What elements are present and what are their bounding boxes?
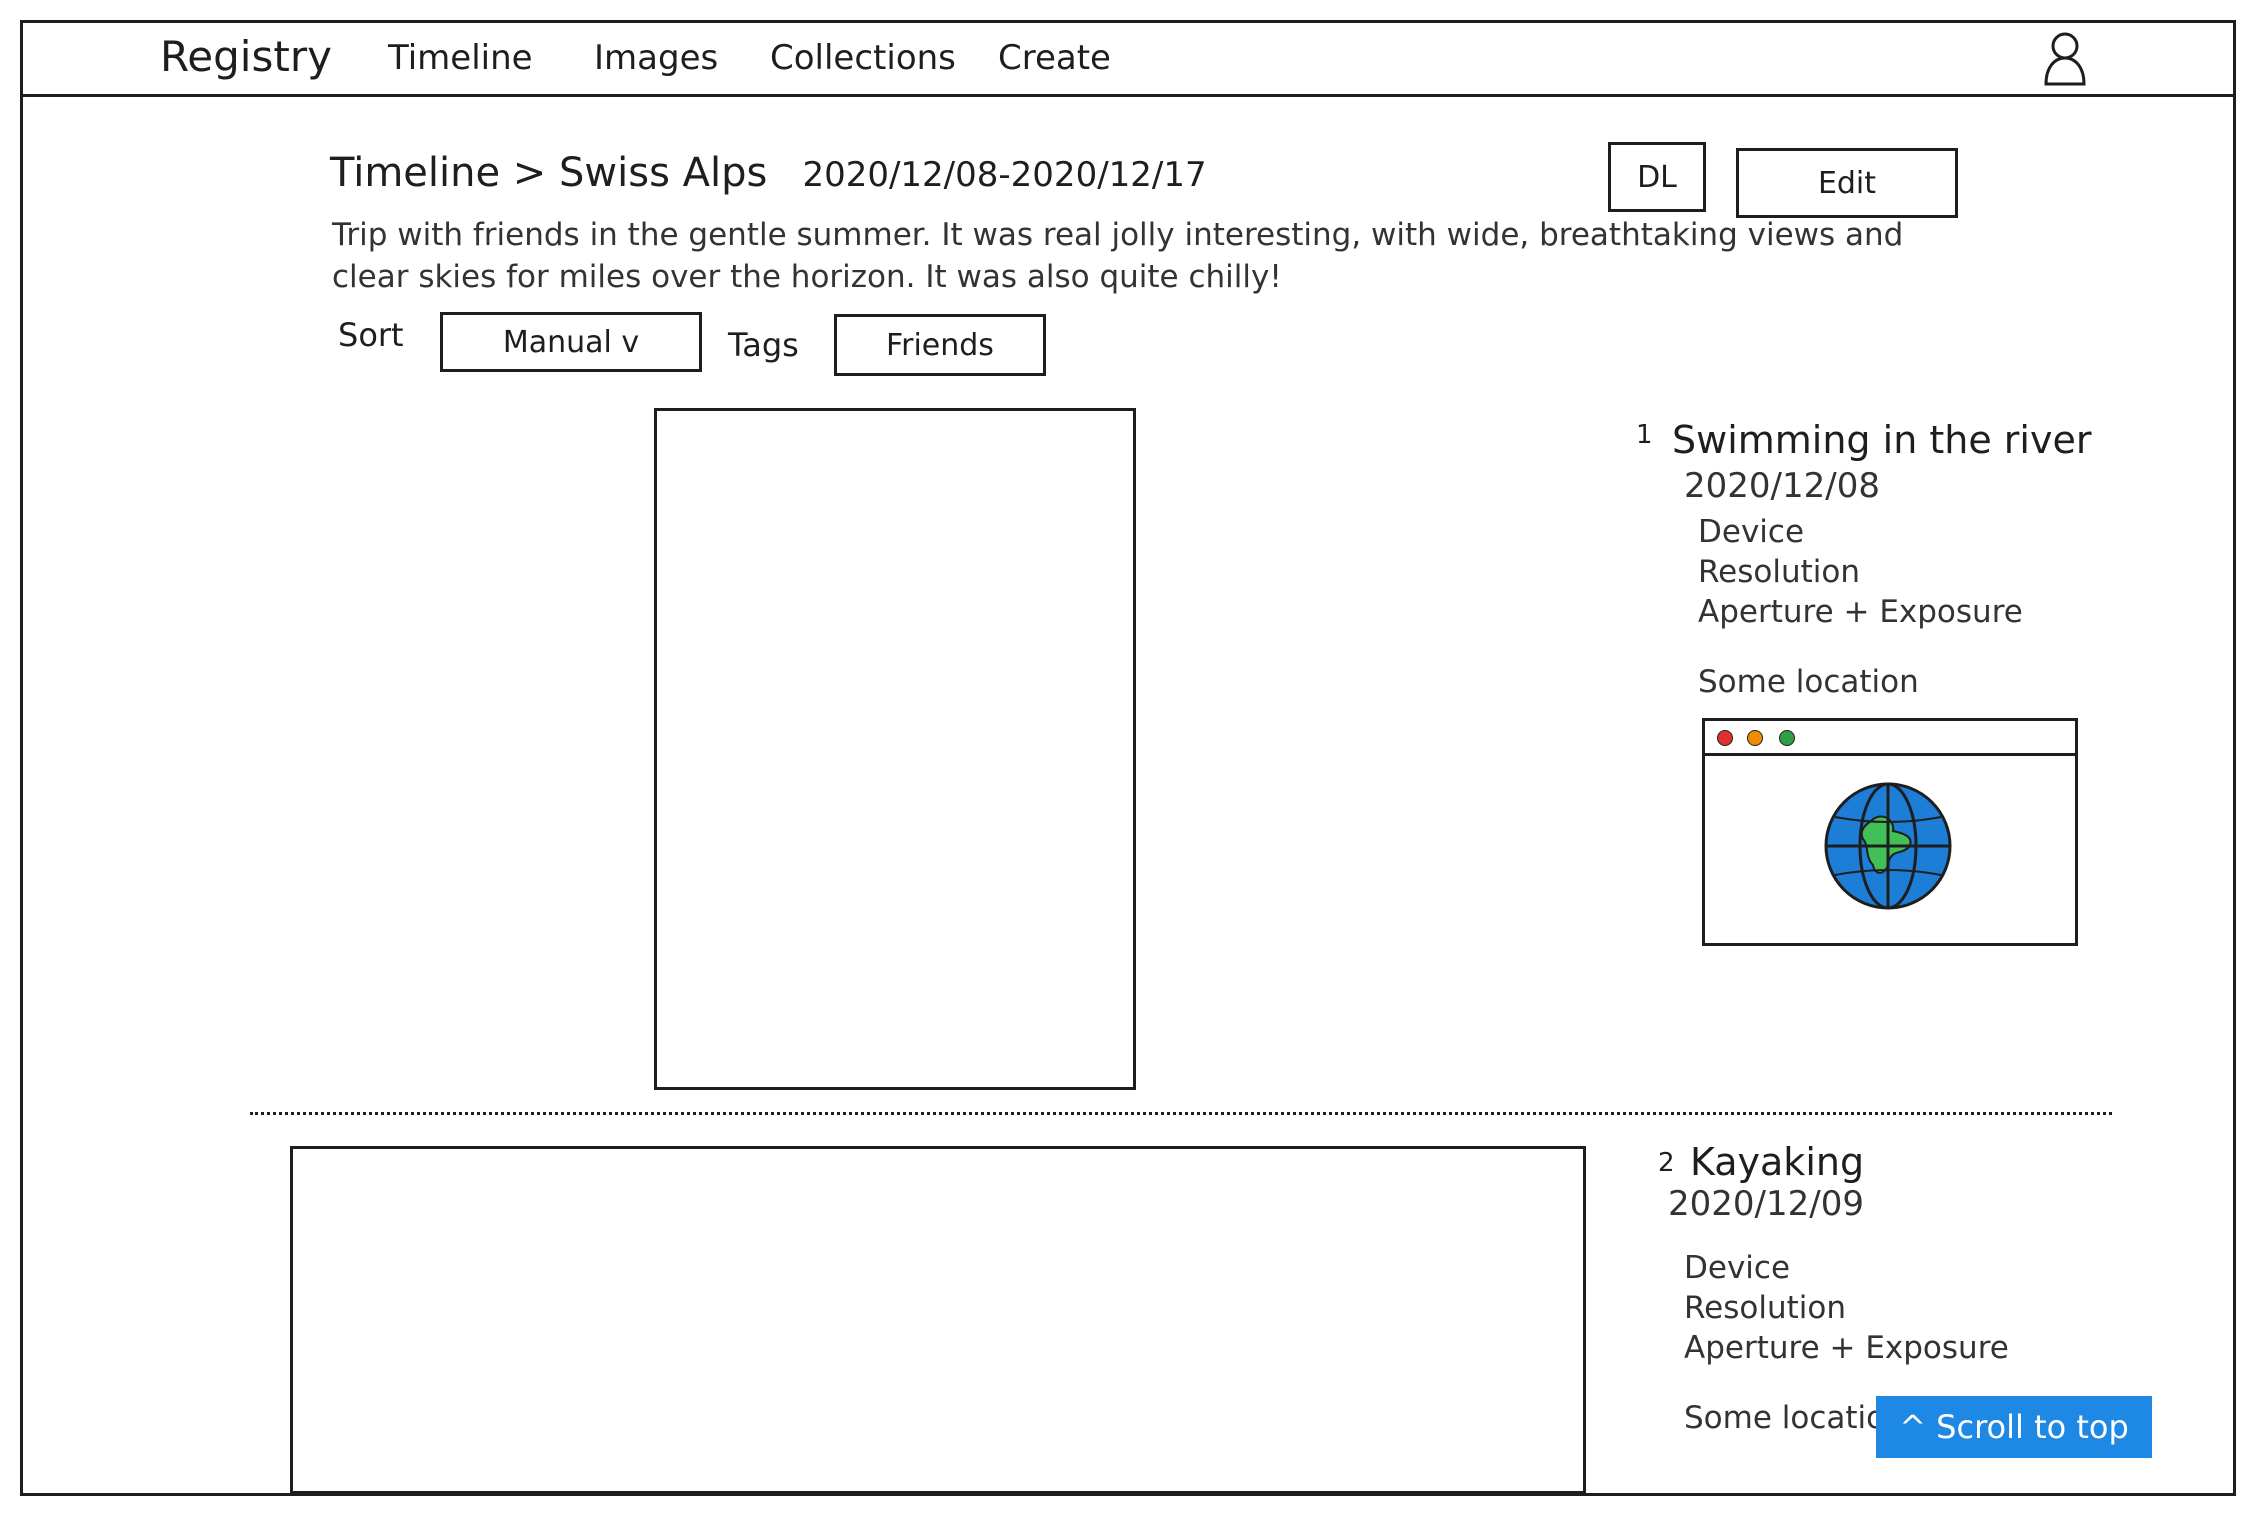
entry-image[interactable] [654,408,1136,1090]
device-field: Device [1698,514,1805,550]
entry-date: 2020/12/09 [1668,1184,1864,1224]
entry-title: Swimming in the river [1672,418,2092,462]
minimize-dot-icon [1747,730,1763,746]
aperture-exposure-field: Aperture + Exposure [1698,594,2023,630]
resolution-field: Resolution [1684,1290,1846,1326]
nav-item-create[interactable]: Create [998,38,1111,78]
device-field: Device [1684,1250,1791,1286]
entry-metadata: Device Resolution Aperture + Exposure [1698,512,2023,632]
map-titlebar [1705,721,2075,756]
resolution-field: Resolution [1698,554,1860,590]
date-range: 2020/12/08-2020/12/17 [802,155,1207,195]
entry-location: Some location [1684,1400,1905,1436]
tag-filter-friends[interactable]: Friends [834,314,1046,376]
entry-divider [250,1112,2112,1115]
close-dot-icon [1717,730,1733,746]
brand-logo[interactable]: Registry [160,32,332,81]
entry-number: 2 [1658,1148,1675,1178]
breadcrumb: Timeline > Swiss Alps [330,150,768,196]
nav-divider [20,94,2236,97]
entry-location: Some location [1698,664,1919,700]
scroll-to-top-button[interactable]: ^ Scroll to top [1876,1396,2152,1458]
entry-metadata: Device Resolution Aperture + Exposure [1684,1248,2009,1368]
entry-number: 1 [1636,420,1653,450]
edit-button[interactable]: Edit [1736,148,1958,218]
download-button[interactable]: DL [1608,142,1706,212]
sort-label: Sort [338,316,404,354]
nav-item-images[interactable]: Images [594,38,718,78]
user-icon[interactable] [2040,30,2090,88]
page-header: Timeline > Swiss Alps 2020/12/08-2020/12… [330,150,1207,196]
entry-title: Kayaking [1690,1140,1865,1184]
album-description: Trip with friends in the gentle summer. … [332,217,1904,295]
aperture-exposure-field: Aperture + Exposure [1684,1330,2009,1366]
maximize-dot-icon [1779,730,1795,746]
nav-item-timeline[interactable]: Timeline [388,38,533,78]
entry-date: 2020/12/08 [1684,466,1880,506]
sort-select[interactable]: Manual v [440,312,702,372]
entry-image[interactable] [290,1146,1586,1494]
tags-label: Tags [728,326,799,364]
location-map[interactable] [1702,718,2078,946]
nav-item-collections[interactable]: Collections [770,38,956,78]
globe-icon [1824,782,1952,910]
